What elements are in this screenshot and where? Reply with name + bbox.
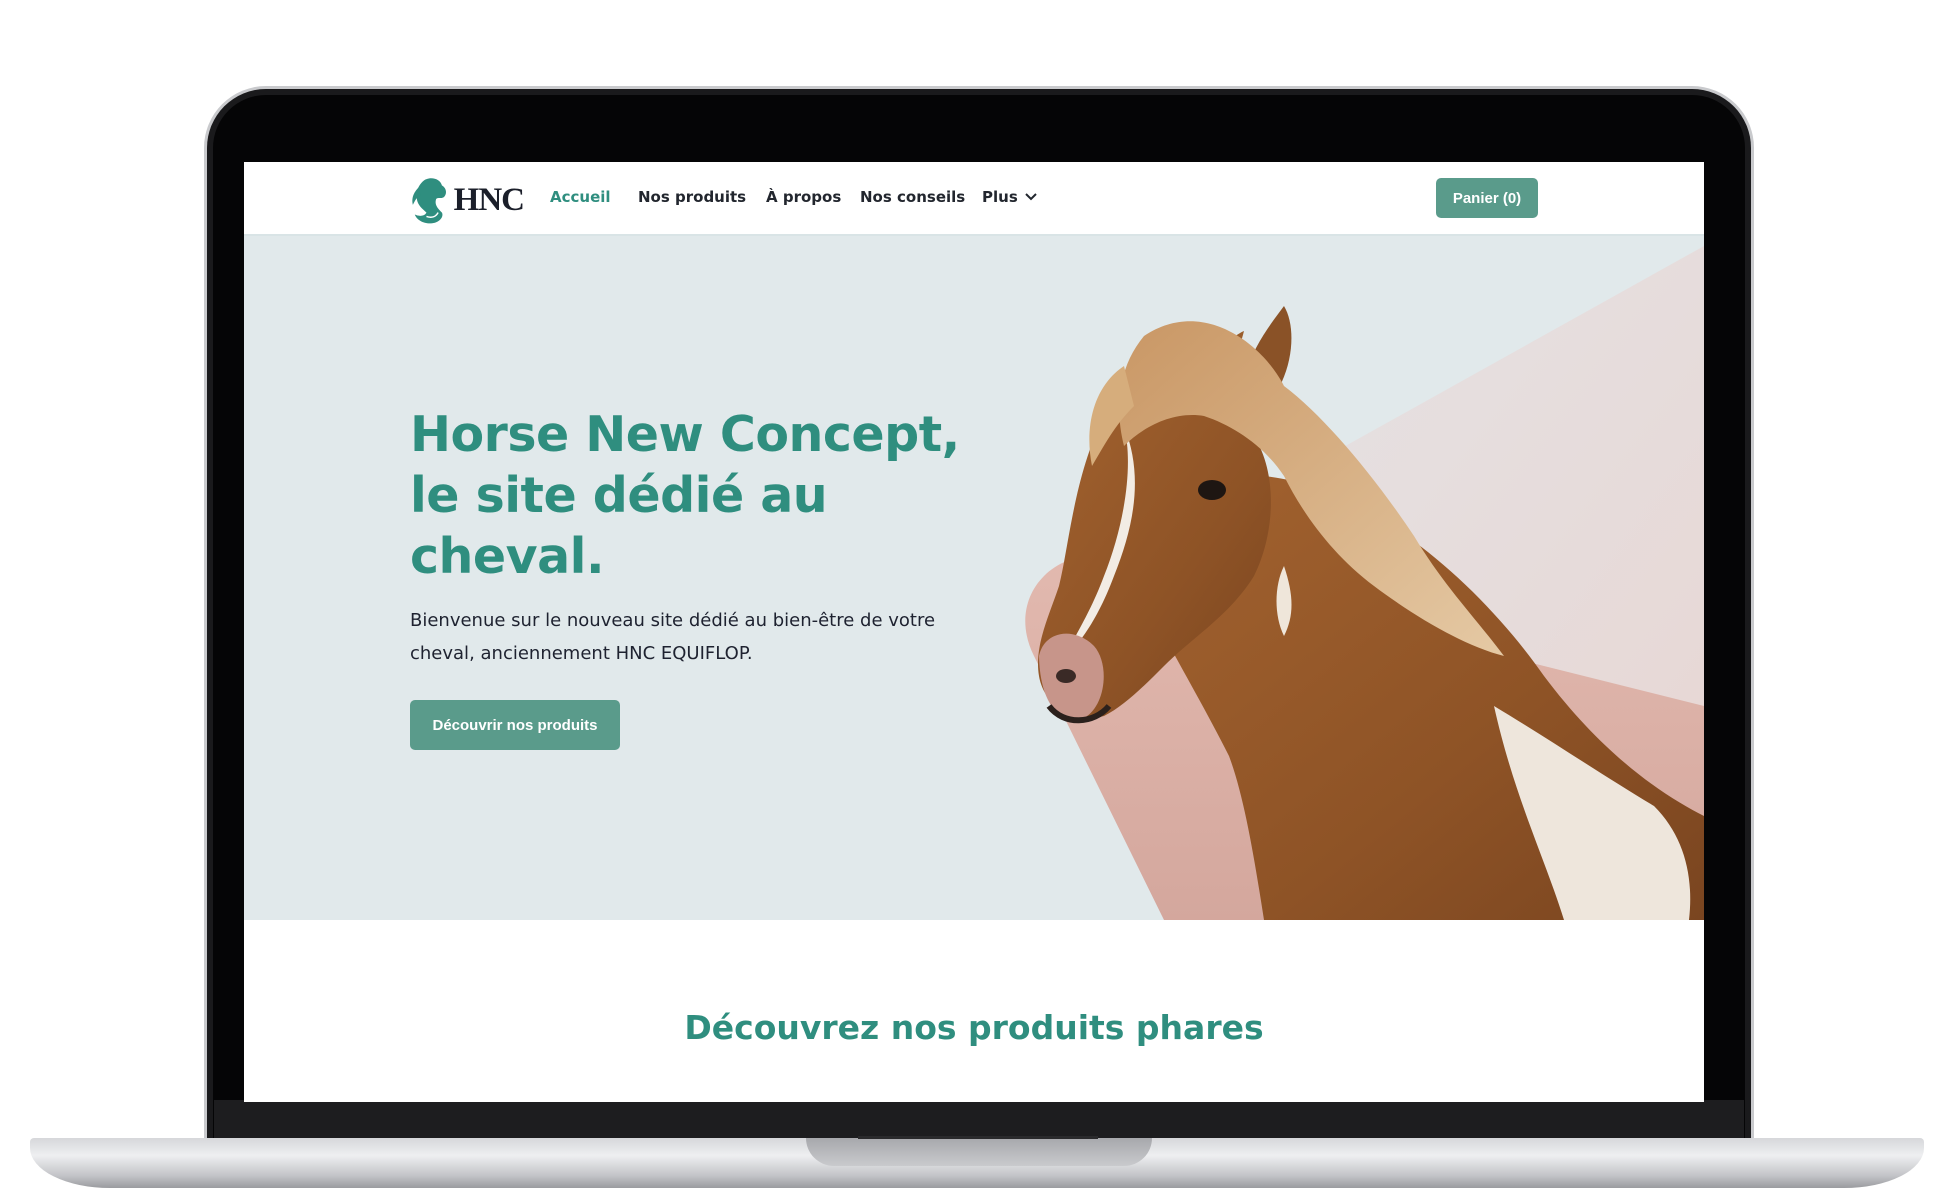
featured-products-title: Découvrez nos produits phares xyxy=(684,1008,1264,1047)
horse-logo-icon xyxy=(412,178,447,224)
laptop-bezel-bottom xyxy=(214,1100,1744,1140)
hero-title: Horse New Concept, le site dédié au chev… xyxy=(410,406,960,585)
nav-accueil[interactable]: Accueil xyxy=(550,188,611,206)
nav-nos-produits[interactable]: Nos produits xyxy=(638,188,746,206)
nav-a-propos[interactable]: À propos xyxy=(766,188,841,206)
hero-description: Bienvenue sur le nouveau site dédié au b… xyxy=(410,610,936,664)
website-screen: HNC Accueil Nos produits À propos Nos co… xyxy=(244,162,1704,1102)
logo-text: HNC xyxy=(453,181,525,218)
cart-button[interactable]: Panier (0) xyxy=(1436,178,1538,218)
hero-section: Horse New Concept, le site dédié au chev… xyxy=(244,236,1704,920)
nav-nos-conseils[interactable]: Nos conseils xyxy=(860,188,965,206)
laptop-base-notch xyxy=(806,1138,1152,1166)
top-navbar: HNC Accueil Nos produits À propos Nos co… xyxy=(244,162,1704,236)
discover-products-button[interactable]: Découvrir nos produits xyxy=(410,700,620,750)
nav-plus-label: Plus xyxy=(982,188,1018,206)
site-logo[interactable]: HNC xyxy=(409,174,525,226)
nav-plus-dropdown[interactable]: Plus xyxy=(982,188,1038,206)
laptop-hinge xyxy=(858,1136,1098,1139)
chevron-down-icon xyxy=(1025,193,1037,201)
